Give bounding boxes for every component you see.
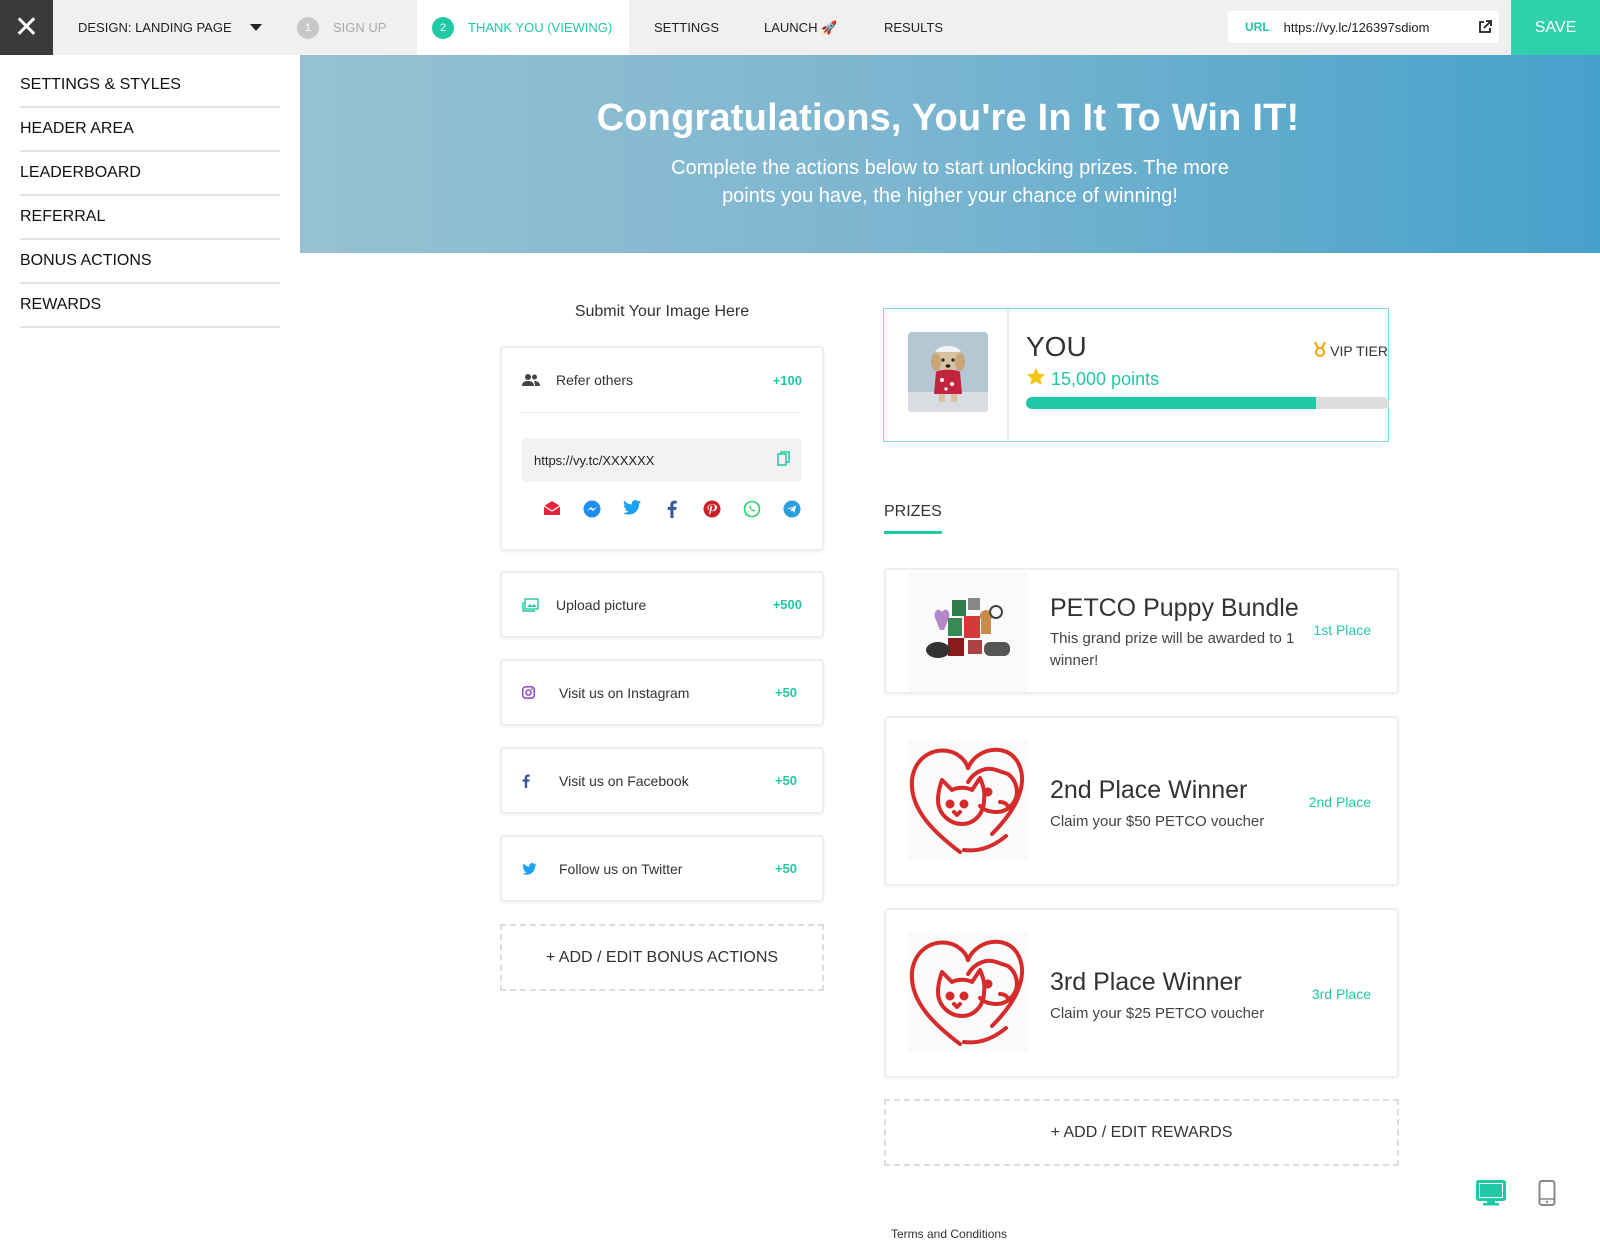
tab-prizes[interactable]: PRIZES bbox=[884, 503, 942, 534]
action-label: Upload picture bbox=[556, 596, 647, 613]
action-instagram[interactable]: Visit us on Instagram +50 bbox=[500, 659, 824, 726]
progress-fill bbox=[1026, 397, 1317, 409]
sidebar: SETTINGS & STYLES HEADER AREA LEADERBOAR… bbox=[20, 64, 280, 328]
action-points: +50 bbox=[774, 773, 797, 788]
prize-place: 2nd Place bbox=[1308, 794, 1371, 810]
prize-title: PETCO Puppy Bundle bbox=[1050, 594, 1299, 622]
sidebar-item-settings-styles[interactable]: SETTINGS & STYLES bbox=[20, 64, 280, 108]
facebook-icon[interactable] bbox=[652, 500, 692, 518]
points-value: 15,000 points bbox=[1051, 368, 1160, 389]
step-number: 2 bbox=[432, 16, 454, 39]
divider bbox=[522, 412, 802, 413]
step-number: 1 bbox=[297, 16, 319, 39]
nav-settings[interactable]: SETTINGS bbox=[654, 20, 719, 35]
step-thank-you[interactable]: 2 THANK YOU (VIEWING) bbox=[417, 0, 629, 55]
vip-tier-badge: VIP TIER bbox=[1313, 341, 1388, 360]
heart-pets-icon bbox=[908, 932, 1028, 1052]
avatar bbox=[908, 332, 988, 412]
step-sign-up[interactable]: 1 SIGN UP bbox=[297, 0, 386, 55]
copy-icon[interactable] bbox=[777, 451, 790, 469]
top-bar: ✕ DESIGN: LANDING PAGE 1 SIGN UP 2 THANK… bbox=[0, 0, 1600, 55]
prize-card-1: PETCO Puppy Bundle This grand prize will… bbox=[884, 568, 1399, 694]
action-points: +50 bbox=[774, 861, 797, 876]
twitter-icon bbox=[522, 862, 559, 875]
referral-url[interactable]: https://vy.tc/XXXXXX bbox=[534, 453, 654, 468]
add-rewards-button[interactable]: + ADD / EDIT REWARDS bbox=[884, 1099, 1399, 1166]
prize-card-2: 2nd Place Winner Claim your $50 PETCO vo… bbox=[884, 716, 1399, 886]
action-upload-picture[interactable]: Upload picture +500 bbox=[500, 571, 824, 638]
points-display: 15,000 points bbox=[1026, 367, 1159, 391]
star-icon bbox=[1026, 367, 1046, 391]
url-field[interactable]: URL https://vy.lc/126397sdiom bbox=[1228, 11, 1499, 43]
action-label: Follow us on Twitter bbox=[559, 860, 683, 877]
sidebar-item-leaderboard[interactable]: LEADERBOARD bbox=[20, 152, 280, 196]
whatsapp-icon[interactable] bbox=[732, 500, 772, 518]
facebook-icon bbox=[522, 773, 559, 788]
points-progress-bar bbox=[1026, 397, 1389, 409]
sidebar-item-referral[interactable]: REFERRAL bbox=[20, 196, 280, 240]
sidebar-item-header-area[interactable]: HEADER AREA bbox=[20, 108, 280, 152]
messenger-icon[interactable] bbox=[572, 500, 612, 518]
avatar-frame bbox=[884, 309, 1009, 441]
hero-subtitle: Complete the actions below to start unlo… bbox=[671, 157, 1229, 207]
action-twitter[interactable]: Follow us on Twitter +50 bbox=[500, 835, 824, 902]
caret-down-icon bbox=[249, 24, 262, 31]
hero-banner: Congratulations, You're In It To Win IT!… bbox=[300, 55, 1600, 253]
external-link-icon[interactable] bbox=[1471, 20, 1499, 34]
prize-description: This grand prize will be awarded to 1 wi… bbox=[1050, 630, 1295, 669]
refer-card: Refer others +100 https://vy.tc/XXXXXX bbox=[500, 346, 824, 551]
save-button[interactable]: SAVE bbox=[1511, 0, 1600, 55]
users-icon bbox=[522, 373, 556, 387]
medal-icon bbox=[1313, 341, 1327, 360]
twitter-icon[interactable] bbox=[612, 500, 652, 518]
nav-launch[interactable]: LAUNCH 🚀 bbox=[764, 20, 837, 36]
refer-points: +100 bbox=[772, 372, 802, 388]
instagram-icon bbox=[522, 686, 559, 699]
tier-label: VIP TIER bbox=[1330, 342, 1388, 359]
prize-title: 2nd Place Winner bbox=[1050, 776, 1248, 804]
prize-description: Claim your $50 PETCO voucher bbox=[1050, 813, 1265, 830]
close-button[interactable]: ✕ bbox=[0, 0, 53, 55]
add-bonus-actions-button[interactable]: + ADD / EDIT BONUS ACTIONS bbox=[500, 924, 824, 991]
referral-url-field[interactable]: https://vy.tc/XXXXXX bbox=[522, 438, 802, 482]
design-dropdown-label: DESIGN: LANDING PAGE bbox=[78, 20, 232, 35]
terms-link[interactable]: Terms and Conditions bbox=[891, 1227, 1007, 1241]
step-label: THANK YOU (VIEWING) bbox=[468, 20, 613, 35]
pinterest-icon[interactable] bbox=[692, 500, 732, 518]
submit-title: Submit Your Image Here bbox=[574, 303, 750, 320]
leaderboard-you-card: YOU 15,000 points VIP TIER bbox=[883, 308, 1389, 442]
prize-description: Claim your $25 PETCO voucher bbox=[1050, 1005, 1265, 1022]
prize-place: 3rd Place bbox=[1311, 986, 1371, 1002]
url-label: URL bbox=[1245, 20, 1270, 34]
nav-results[interactable]: RESULTS bbox=[884, 20, 943, 35]
heart-pets-icon bbox=[908, 740, 1028, 860]
prize-card-3: 3rd Place Winner Claim your $25 PETCO vo… bbox=[884, 908, 1399, 1078]
hero-title: Congratulations, You're In It To Win IT! bbox=[596, 97, 1300, 139]
close-icon[interactable]: ✕ bbox=[14, 10, 39, 45]
leaderboard-name: YOU bbox=[1026, 331, 1087, 362]
image-icon bbox=[522, 597, 556, 612]
action-label: Visit us on Facebook bbox=[559, 772, 689, 789]
share-icons bbox=[532, 500, 822, 518]
action-points: +500 bbox=[772, 597, 802, 612]
prize-image-bundle bbox=[908, 572, 1028, 692]
sidebar-item-bonus-actions[interactable]: BONUS ACTIONS bbox=[20, 240, 280, 284]
sidebar-item-rewards[interactable]: REWARDS bbox=[20, 284, 280, 328]
url-value[interactable]: https://vy.lc/126397sdiom bbox=[1284, 20, 1471, 35]
telegram-icon[interactable] bbox=[772, 500, 812, 518]
action-facebook[interactable]: Visit us on Facebook +50 bbox=[500, 747, 824, 814]
refer-row[interactable]: Refer others +100 bbox=[502, 348, 822, 412]
design-dropdown[interactable]: DESIGN: LANDING PAGE bbox=[78, 20, 262, 35]
step-label: SIGN UP bbox=[333, 20, 387, 35]
action-label: Visit us on Instagram bbox=[559, 684, 690, 701]
desktop-view-icon[interactable] bbox=[1476, 1180, 1506, 1211]
action-points: +50 bbox=[774, 685, 797, 700]
mobile-view-icon[interactable] bbox=[1538, 1180, 1556, 1211]
prize-title: 3rd Place Winner bbox=[1050, 968, 1242, 996]
prize-place: 1st Place bbox=[1313, 622, 1371, 638]
refer-label: Refer others bbox=[556, 372, 634, 388]
email-icon[interactable] bbox=[532, 500, 572, 518]
